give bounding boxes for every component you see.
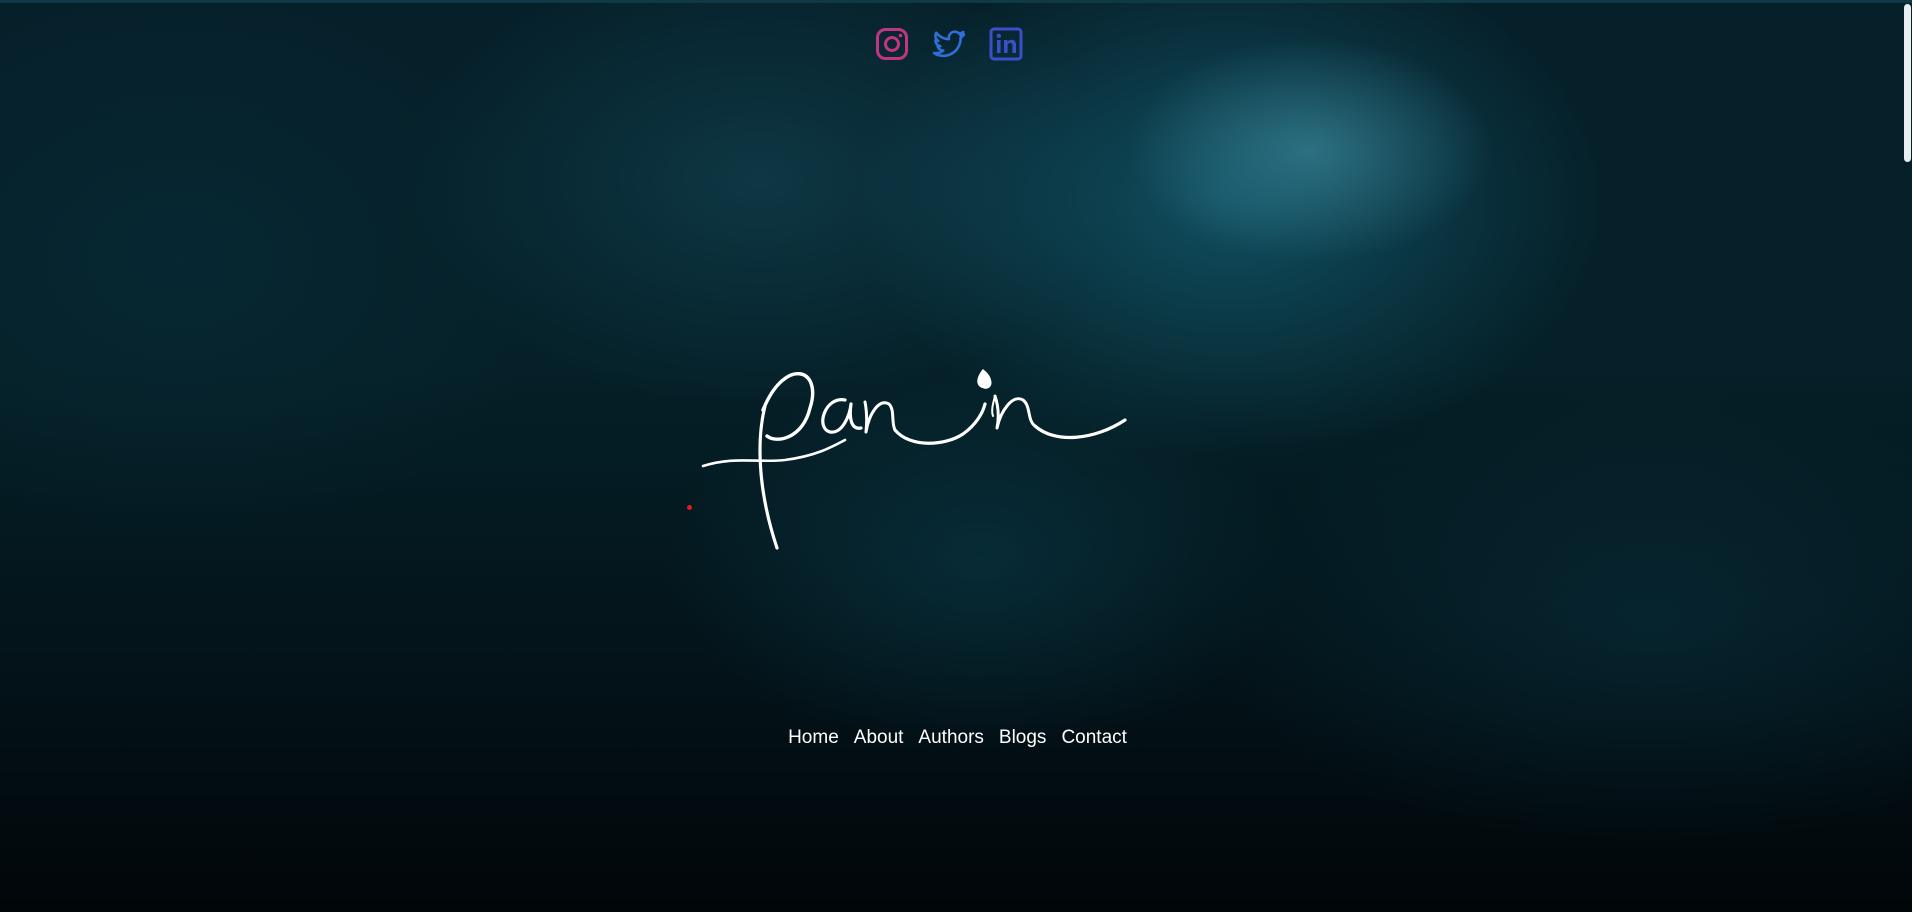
- linkedin-icon: [989, 27, 1023, 61]
- accent-dot: [687, 505, 692, 510]
- hero-page: Home About Authors Blogs Contact: [0, 0, 1912, 912]
- instagram-icon: [876, 28, 908, 60]
- twitter-icon: [932, 30, 966, 58]
- scrollbar-thumb[interactable]: [1904, 4, 1911, 162]
- main-nav: Home About Authors Blogs Contact: [0, 726, 1912, 750]
- twitter-link[interactable]: [931, 26, 967, 62]
- instagram-link[interactable]: [874, 26, 910, 62]
- social-links: [874, 26, 1024, 62]
- nav-authors[interactable]: Authors: [918, 726, 983, 750]
- nav-about[interactable]: About: [854, 726, 904, 750]
- panin-logo: [701, 369, 1127, 550]
- scrollbar[interactable]: [1900, 0, 1912, 912]
- nav-home[interactable]: Home: [788, 726, 839, 750]
- nav-blogs[interactable]: Blogs: [999, 726, 1047, 750]
- linkedin-link[interactable]: [988, 26, 1024, 62]
- top-border: [0, 0, 1912, 3]
- nav-contact[interactable]: Contact: [1061, 726, 1126, 750]
